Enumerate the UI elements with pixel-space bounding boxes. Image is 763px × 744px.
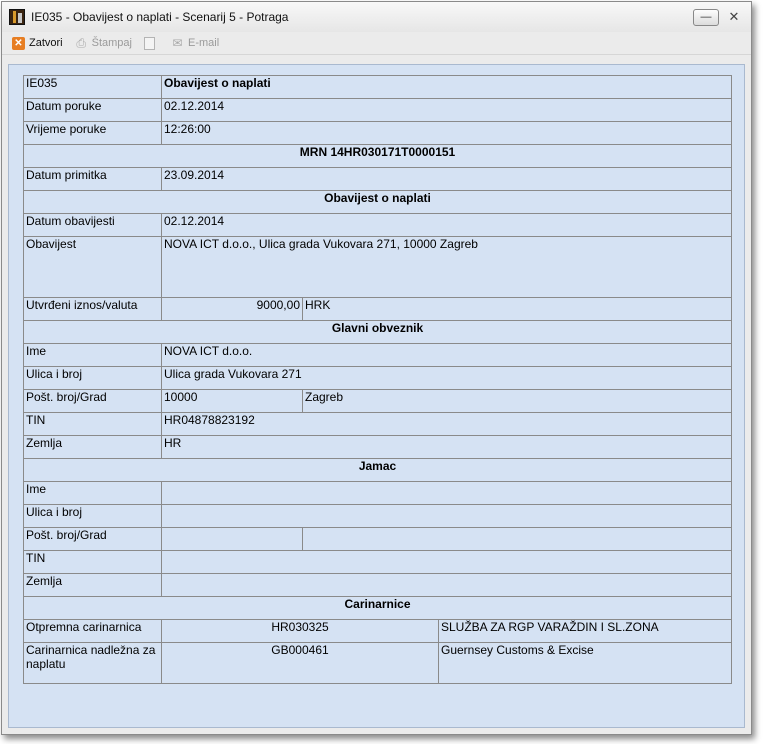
section-row: Glavni obveznik: [23, 320, 732, 344]
datum-primitka-label: Datum primitka: [23, 167, 162, 191]
close-window-button[interactable]: ✕: [725, 9, 743, 25]
table-row: Datum poruke 02.12.2014: [23, 98, 732, 122]
table-row: Pošt. broj/Grad: [23, 527, 732, 551]
nadlezna-name: Guernsey Customs & Excise: [438, 642, 732, 684]
table-row: Datum primitka 23.09.2014: [23, 167, 732, 191]
envelope-icon: ✉: [172, 36, 183, 50]
document-window: IE035 - Obavijest o naplati - Scenarij 5…: [1, 1, 752, 735]
jamac-post-label: Pošt. broj/Grad: [23, 527, 162, 551]
section-glavni-obveznik: Glavni obveznik: [23, 320, 732, 344]
obveznik-grad: Zagreb: [302, 389, 732, 413]
mrn-heading: MRN 14HR030171T0000151: [23, 144, 732, 168]
iznos-value: 9000,00: [161, 297, 303, 321]
obveznik-ime-label: Ime: [23, 343, 162, 367]
jamac-ime-value: [161, 481, 732, 505]
jamac-zemlja-label: Zemlja: [23, 573, 162, 597]
table-row: Pošt. broj/Grad 10000 Zagreb: [23, 389, 732, 413]
section-row: Obavijest o naplati: [23, 190, 732, 214]
jamac-tin-label: TIN: [23, 550, 162, 574]
jamac-tin-value: [161, 550, 732, 574]
table-row: TIN HR04878823192: [23, 412, 732, 436]
close-icon: ✕: [728, 9, 740, 24]
obavijest-value: NOVA ICT d.o.o., Ulica grada Vukovara 27…: [161, 236, 732, 298]
otpremna-label: Otpremna carinarnica: [23, 619, 162, 643]
table-row: Zemlja HR: [23, 435, 732, 459]
minimize-button[interactable]: —: [693, 8, 719, 26]
table-row: Ulica i broj Ulica grada Vukovara 271: [23, 366, 732, 390]
document-title: Obavijest o naplati: [161, 75, 732, 99]
message-code: IE035: [23, 75, 162, 99]
page-preview-icon: [143, 36, 155, 50]
section-row: MRN 14HR030171T0000151: [23, 144, 732, 168]
nadlezna-label: Carinarnica nadležna za naplatu: [23, 642, 162, 684]
zatvori-label: Zatvori: [29, 37, 63, 49]
section-row: Jamac: [23, 458, 732, 482]
email-label: E-mail: [187, 37, 220, 49]
datum-poruke-value: 02.12.2014: [161, 98, 732, 122]
window-controls: — ✕: [693, 8, 743, 26]
obavijest-label: Obavijest: [23, 236, 162, 298]
obveznik-zemlja-value: HR: [161, 435, 732, 459]
jamac-ulica-value: [161, 504, 732, 528]
datum-primitka-value: 23.09.2014: [161, 167, 732, 191]
table-row: Zemlja: [23, 573, 732, 597]
section-jamac: Jamac: [23, 458, 732, 482]
obveznik-ulica-label: Ulica i broj: [23, 366, 162, 390]
stampaj-button[interactable]: ⎙ Štampaj: [75, 35, 132, 50]
section-row: Carinarnice: [23, 596, 732, 620]
vrijeme-poruke-label: Vrijeme poruke: [23, 121, 162, 145]
table-row: Ulica i broj: [23, 504, 732, 528]
section-carinarnice: Carinarnice: [23, 596, 732, 620]
obveznik-tin-label: TIN: [23, 412, 162, 436]
document-panel: IE035 Obavijest o naplati Datum poruke 0…: [8, 64, 745, 728]
declaration-table: IE035 Obavijest o naplati Datum poruke 0…: [23, 75, 732, 684]
obveznik-post-broj: 10000: [161, 389, 303, 413]
toolbar: ✕ Zatvori ⎙ Štampaj ✉ E-mail: [2, 32, 751, 55]
obveznik-ulica-value: Ulica grada Vukovara 271: [161, 366, 732, 390]
table-row: Obavijest NOVA ICT d.o.o., Ulica grada V…: [23, 236, 732, 298]
datum-poruke-label: Datum poruke: [23, 98, 162, 122]
table-row: Datum obavijesti 02.12.2014: [23, 213, 732, 237]
zatvori-button[interactable]: ✕ Zatvori: [12, 36, 63, 50]
email-button[interactable]: ✉ E-mail: [171, 36, 220, 50]
window-title: IE035 - Obavijest o naplati - Scenarij 5…: [31, 10, 289, 24]
table-row: Ime NOVA ICT d.o.o.: [23, 343, 732, 367]
obveznik-tin-value: HR04878823192: [161, 412, 732, 436]
table-row: Otpremna carinarnica HR030325 SLUŽBA ZA …: [23, 619, 732, 643]
app-icon: [9, 9, 25, 25]
printer-icon: ⎙: [76, 35, 86, 50]
obveznik-post-label: Pošt. broj/Grad: [23, 389, 162, 413]
iznos-label: Utvrđeni iznos/valuta: [23, 297, 162, 321]
datum-obavijesti-value: 02.12.2014: [161, 213, 732, 237]
stampaj-label: Štampaj: [91, 37, 132, 49]
title-bar: IE035 - Obavijest o naplati - Scenarij 5…: [2, 2, 751, 32]
table-row: TIN: [23, 550, 732, 574]
header-row: IE035 Obavijest o naplati: [23, 75, 732, 99]
preview-button[interactable]: [143, 36, 159, 50]
datum-obavijesti-label: Datum obavijesti: [23, 213, 162, 237]
valuta-value: HRK: [302, 297, 732, 321]
table-row: Vrijeme poruke 12:26:00: [23, 121, 732, 145]
jamac-grad: [302, 527, 732, 551]
table-row: Ime: [23, 481, 732, 505]
jamac-post-broj: [161, 527, 303, 551]
table-row: Carinarnica nadležna za naplatu GB000461…: [23, 642, 732, 684]
minimize-icon: —: [700, 11, 712, 23]
section-obavijest: Obavijest o naplati: [23, 190, 732, 214]
obveznik-zemlja-label: Zemlja: [23, 435, 162, 459]
jamac-ime-label: Ime: [23, 481, 162, 505]
jamac-ulica-label: Ulica i broj: [23, 504, 162, 528]
close-icon: ✕: [12, 36, 25, 50]
vrijeme-poruke-value: 12:26:00: [161, 121, 732, 145]
otpremna-name: SLUŽBA ZA RGP VARAŽDIN I SL.ZONA: [438, 619, 732, 643]
obveznik-ime-value: NOVA ICT d.o.o.: [161, 343, 732, 367]
jamac-zemlja-value: [161, 573, 732, 597]
otpremna-code: HR030325: [161, 619, 439, 643]
nadlezna-code: GB000461: [161, 642, 439, 684]
table-row: Utvrđeni iznos/valuta 9000,00 HRK: [23, 297, 732, 321]
